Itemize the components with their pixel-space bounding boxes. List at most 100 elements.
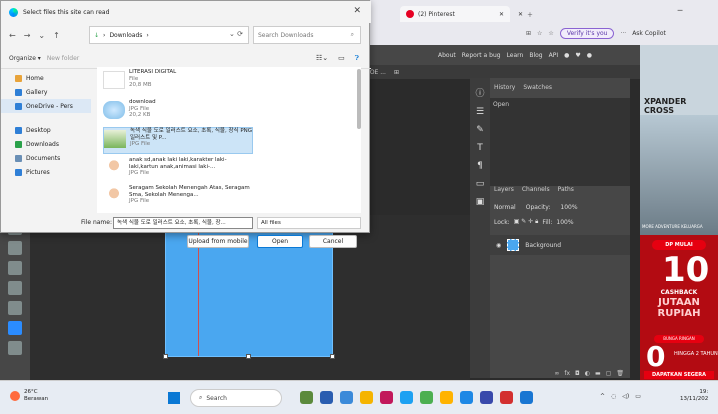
- tool-icon[interactable]: [8, 241, 22, 255]
- view-options-icon[interactable]: ☷⌄: [316, 54, 328, 63]
- visibility-eye-icon[interactable]: ◉: [496, 242, 501, 249]
- sidebar-item-downloads[interactable]: Downloads: [1, 137, 91, 151]
- tab-new[interactable]: ✕ ＋: [512, 6, 622, 22]
- new-layer-icon[interactable]: ▢: [606, 370, 612, 380]
- history-item[interactable]: Open: [493, 101, 627, 108]
- chevron-up-icon[interactable]: ^: [600, 393, 605, 400]
- menu-api[interactable]: API: [549, 52, 559, 59]
- tab-pinterest[interactable]: (2) Pinterest ✕: [400, 6, 510, 22]
- menu-report-bug[interactable]: Report a bug: [462, 52, 501, 59]
- sidebar-item-gallery[interactable]: Gallery: [1, 85, 91, 99]
- image-icon[interactable]: ▣: [470, 197, 490, 207]
- forward-icon[interactable]: →: [24, 31, 31, 40]
- volume-icon[interactable]: ◁): [622, 393, 629, 400]
- tab-layers[interactable]: Layers: [494, 186, 514, 198]
- ad-cta-button[interactable]: DAPATKAN SEGERA: [644, 371, 714, 379]
- sidebar-item-home[interactable]: Home: [1, 71, 91, 85]
- close-icon[interactable]: ✕: [353, 6, 361, 16]
- back-icon[interactable]: ←: [9, 31, 16, 40]
- folder-icon[interactable]: ▬: [595, 370, 601, 380]
- paragraph-icon[interactable]: ¶: [470, 161, 490, 171]
- sidebar-item-desktop[interactable]: Desktop: [1, 123, 91, 137]
- taskbar-app-icon[interactable]: [360, 391, 373, 404]
- menu-learn[interactable]: Learn: [507, 52, 524, 59]
- taskbar-app-icon[interactable]: [460, 391, 473, 404]
- path-downloads[interactable]: Downloads: [109, 32, 142, 39]
- advertisement[interactable]: XPANDER CROSS MORE ADVENTURE KELUARGA DP…: [640, 45, 718, 380]
- fill-value[interactable]: 100%: [556, 219, 573, 226]
- file-type-filter[interactable]: All files: [257, 217, 361, 229]
- blend-mode-select[interactable]: Normal: [494, 204, 516, 211]
- menu-about[interactable]: About: [438, 52, 456, 59]
- taskbar-app-icon[interactable]: [480, 391, 493, 404]
- file-row[interactable]: anak sd,anak laki laki,karakter laki-lak…: [103, 157, 253, 184]
- taskbar-app-icon[interactable]: [340, 391, 353, 404]
- verify-button[interactable]: Verify it's you: [559, 27, 615, 39]
- taskbar-app-icon[interactable]: [320, 391, 333, 404]
- favorites-list-icon[interactable]: ☆: [548, 30, 553, 37]
- filename-input[interactable]: 녹색 식물 도로 일러스트 요소, 초록, 식물, 장...: [113, 217, 253, 229]
- copilot-button[interactable]: Ask Copilot: [632, 30, 666, 37]
- delete-icon[interactable]: 🗑︎: [616, 370, 624, 380]
- css-icon[interactable]: ▭: [470, 179, 490, 189]
- tab-history[interactable]: History: [494, 84, 515, 96]
- upload-from-mobile-button[interactable]: Upload from mobile: [187, 235, 249, 248]
- taskbar-search[interactable]: ⌕ Search: [190, 389, 282, 407]
- taskbar-app-icon[interactable]: [300, 391, 313, 404]
- layer-name[interactable]: Background: [525, 242, 561, 249]
- taskbar-app-icon[interactable]: [440, 391, 453, 404]
- organize-button[interactable]: Organize ▾: [9, 55, 41, 62]
- zoom-tool-icon[interactable]: [8, 301, 22, 315]
- adjustment-icon[interactable]: ◐: [585, 370, 590, 380]
- taskbar-app-icon[interactable]: [420, 391, 433, 404]
- link-icon[interactable]: ∞: [554, 370, 559, 380]
- new-folder-button[interactable]: New folder: [47, 55, 79, 62]
- lock-icons[interactable]: ▣ ✎ ✛ 🔒︎: [514, 218, 539, 226]
- file-row[interactable]: download JPG File 20,2 KB: [103, 99, 253, 126]
- close-tab-icon[interactable]: ✕: [499, 11, 504, 18]
- taskbar-app-icon[interactable]: [500, 391, 513, 404]
- screen-mode-icon[interactable]: [8, 341, 22, 355]
- chevron-down-icon[interactable]: ⌄: [38, 31, 45, 40]
- grid-icon[interactable]: ⊞: [394, 69, 399, 76]
- up-icon[interactable]: ↑: [53, 31, 60, 40]
- close-tab-icon[interactable]: ✕: [518, 11, 523, 18]
- properties-icon[interactable]: ☰: [470, 107, 490, 117]
- help-icon[interactable]: ❓︎: [355, 54, 359, 63]
- tool-icon[interactable]: [8, 261, 22, 275]
- preview-pane-icon[interactable]: ▭: [338, 54, 345, 63]
- character-icon[interactable]: T: [470, 143, 490, 153]
- search-input[interactable]: Search Downloads ⌕: [253, 26, 361, 44]
- tab-paths[interactable]: Paths: [558, 186, 574, 198]
- transform-handle[interactable]: [246, 354, 251, 359]
- windows-start-icon[interactable]: [168, 392, 180, 404]
- favorite-icon[interactable]: ☆: [537, 30, 542, 37]
- twitter-icon[interactable]: ♥: [575, 52, 580, 59]
- battery-icon[interactable]: ▭: [635, 393, 641, 400]
- taskbar-app-icon[interactable]: [380, 391, 393, 404]
- transform-handle[interactable]: [330, 354, 335, 359]
- brush-icon[interactable]: ✎: [470, 125, 490, 135]
- minimize-icon[interactable]: ─: [678, 6, 683, 20]
- cancel-button[interactable]: Cancel: [309, 235, 357, 248]
- open-button[interactable]: Open: [257, 235, 303, 248]
- facebook-icon[interactable]: ●: [587, 52, 592, 59]
- clock[interactable]: 19: 13/11/202: [680, 389, 708, 403]
- file-row-selected[interactable]: 녹색 식물 도로 일러스트 요소, 초록, 식물, 장식 PNG 일러스트 및 …: [103, 127, 253, 154]
- color-swatch-icon[interactable]: [8, 321, 22, 335]
- sidebar-item-pictures[interactable]: Pictures: [1, 165, 91, 179]
- file-row[interactable]: LITERASI DIGITAL File 20,8 MB: [103, 69, 253, 96]
- effects-icon[interactable]: fx: [564, 370, 570, 380]
- more-icon[interactable]: ···: [620, 30, 626, 37]
- tab-swatches[interactable]: Swatches: [523, 84, 552, 96]
- reddit-icon[interactable]: ●: [564, 52, 569, 59]
- transform-handle[interactable]: [163, 354, 168, 359]
- translate-icon[interactable]: ⊞: [526, 30, 531, 37]
- tab-channels[interactable]: Channels: [522, 186, 550, 198]
- sidebar-item-documents[interactable]: Documents: [1, 151, 91, 165]
- info-icon[interactable]: ⓘ: [470, 86, 490, 99]
- weather-widget[interactable]: 26°C Berawan: [10, 389, 48, 403]
- refresh-icon[interactable]: ⌄ ⟳: [229, 30, 243, 38]
- network-icon[interactable]: ◌: [611, 393, 616, 400]
- address-bar[interactable]: ↓ › Downloads ›: [89, 26, 249, 44]
